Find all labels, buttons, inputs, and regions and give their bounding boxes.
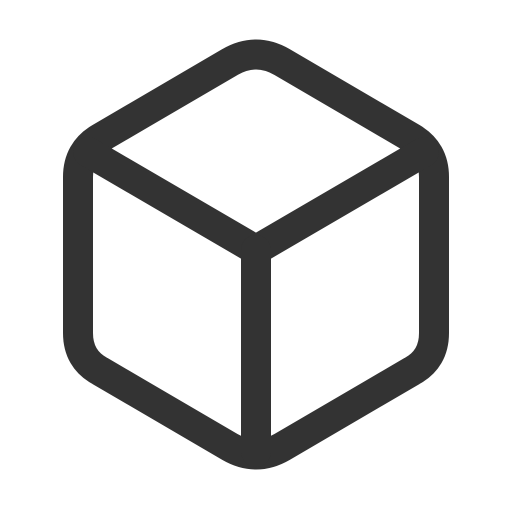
cube-top-left-edge	[73, 137, 271, 265]
icon-canvas	[0, 0, 512, 512]
cube-icon	[63, 39, 449, 470]
cube-top-right-edge	[241, 137, 439, 265]
